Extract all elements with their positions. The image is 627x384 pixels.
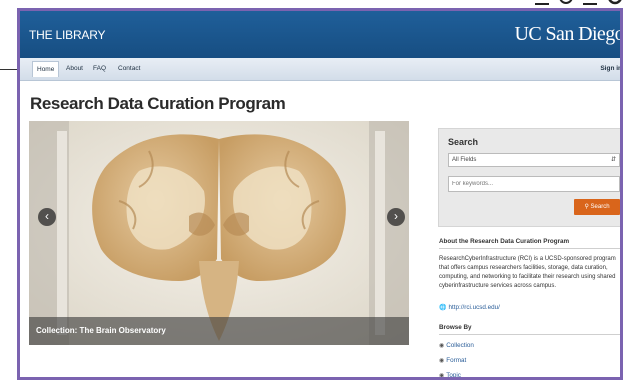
carousel-prev-button[interactable]: ‹ bbox=[38, 208, 56, 226]
ucsd-logo[interactable]: UC San Diego bbox=[515, 23, 620, 46]
select-caret-icon: ⇵ bbox=[610, 157, 616, 163]
bullet-icon: ◉ bbox=[439, 358, 445, 364]
search-field-value: All Fields bbox=[452, 157, 477, 163]
divider-line bbox=[0, 69, 17, 70]
gear-icon[interactable] bbox=[559, 0, 573, 6]
hero-carousel[interactable]: ‹ › Collection: The Brain Observatory bbox=[29, 121, 409, 345]
browse-divider bbox=[439, 334, 620, 335]
globe-icon: 🌐 bbox=[439, 305, 447, 311]
hero-caption[interactable]: Collection: The Brain Observatory bbox=[36, 326, 166, 335]
rci-link[interactable]: 🌐 http://rci.ucsd.edu/ bbox=[439, 304, 500, 311]
keyword-input[interactable] bbox=[448, 176, 620, 192]
library-title[interactable]: THE LIBRARY bbox=[29, 28, 105, 42]
bullet-icon: ◉ bbox=[439, 343, 445, 349]
search-icon: ⚲ bbox=[584, 204, 589, 210]
nav-faq[interactable]: FAQ bbox=[89, 61, 110, 77]
menu-icon[interactable] bbox=[535, 0, 549, 6]
browse-label: Format bbox=[446, 357, 467, 364]
about-divider bbox=[439, 248, 620, 249]
browse-item-format[interactable]: ◉ Format bbox=[439, 357, 466, 364]
bullet-icon: ◉ bbox=[439, 373, 445, 379]
search-button-label: Search bbox=[590, 204, 610, 210]
toolbar-icons bbox=[535, 0, 623, 8]
list-icon[interactable] bbox=[583, 0, 597, 6]
page-title: Research Data Curation Program bbox=[30, 94, 286, 113]
settings-icon[interactable] bbox=[607, 0, 623, 6]
brain-slice-image bbox=[29, 121, 409, 345]
rci-link-text: http://rci.ucsd.edu/ bbox=[448, 304, 500, 311]
nav-about[interactable]: About bbox=[62, 61, 87, 77]
about-title: About the Research Data Curation Program bbox=[439, 238, 570, 245]
browse-item-collection[interactable]: ◉ Collection bbox=[439, 342, 474, 349]
main-nav: Home About FAQ Contact Sign in bbox=[20, 58, 620, 81]
site-header: THE LIBRARY UC San Diego bbox=[20, 11, 620, 58]
browse-item-topic[interactable]: ◉ Topic bbox=[439, 372, 461, 379]
browse-label: Collection bbox=[446, 342, 474, 349]
browse-title: Browse By bbox=[439, 324, 472, 331]
sign-in-link[interactable]: Sign in bbox=[600, 61, 620, 77]
carousel-next-button[interactable]: › bbox=[387, 208, 405, 226]
caption-bar: Collection: The Brain Observatory bbox=[29, 317, 409, 345]
search-panel: Search All Fields ⇵ ⚲ Search bbox=[438, 128, 620, 227]
about-text: ResearchCyberInfrastructure (RCI) is a U… bbox=[439, 256, 616, 289]
browser-window: THE LIBRARY UC San Diego Home About FAQ … bbox=[17, 8, 623, 380]
search-field-select[interactable]: All Fields ⇵ bbox=[448, 153, 620, 167]
search-button[interactable]: ⚲ Search bbox=[574, 199, 620, 215]
nav-home[interactable]: Home bbox=[32, 61, 60, 77]
search-title: Search bbox=[448, 137, 479, 147]
browse-label: Topic bbox=[446, 372, 461, 379]
nav-contact[interactable]: Contact bbox=[114, 61, 144, 77]
